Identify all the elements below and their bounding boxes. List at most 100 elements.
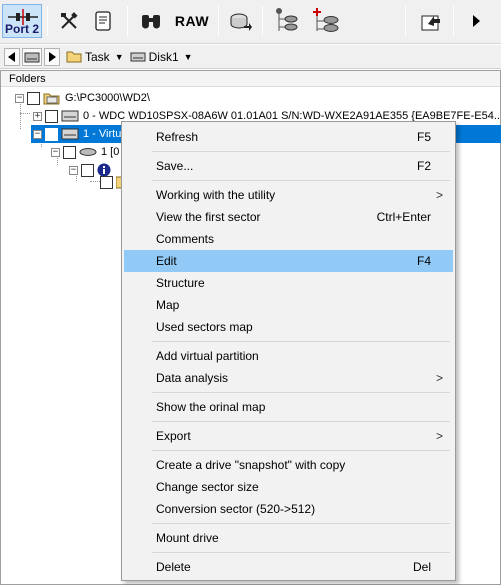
port-connector-icon [8,9,38,25]
collapse-icon[interactable]: − [51,147,60,157]
tree-line [90,181,100,182]
chevron-down-icon: ▼ [114,51,124,62]
menu-separator [152,421,450,422]
menu-separator [152,552,450,553]
toolbar: Port 2 RAW [0,0,501,44]
menu-item-label: Change sector size [156,480,259,494]
tree-node-child[interactable] [100,173,122,191]
tree-partition-label: 1 [0 [101,146,120,158]
menu-item-label: Structure [156,276,205,290]
disk-button[interactable] [226,4,254,38]
root-checkbox[interactable] [27,91,40,105]
submenu-arrow-icon: > [435,429,443,443]
breadcrumb-task[interactable]: Task ▼ [66,50,124,64]
collapse-icon[interactable]: − [33,129,42,139]
menu-item-delete[interactable]: Delete Del [124,556,453,578]
chevron-down-icon: ▼ [183,51,193,62]
menu-item-label: Comments [156,232,215,246]
context-menu: Refresh F5 Save... F2 Working with the u… [121,121,456,581]
menu-item-conversion-sector[interactable]: Conversion sector (520->512) [124,498,453,520]
partition-tree-button[interactable] [272,4,302,38]
back-button[interactable] [4,47,20,66]
partition-icon [79,148,97,156]
chevron-right-icon [473,15,480,27]
tools-icon [61,12,78,29]
partition-checkbox[interactable] [63,145,76,159]
folder-icon [66,51,82,63]
arrow-right-icon [49,51,56,62]
menu-item-create-snapshot[interactable]: Create a drive "snapshot" with copy [124,454,453,476]
scroll-icon [95,11,111,31]
menu-item-working-with-utility[interactable]: Working with the utility > [124,184,453,206]
drive1-checkbox[interactable] [45,127,58,141]
menu-item-data-analysis[interactable]: Data analysis > [124,367,453,389]
export-button[interactable] [416,4,446,38]
breadcrumb-disk[interactable]: Disk1 ▼ [130,50,193,64]
menu-separator [152,523,450,524]
menu-item-label: Add virtual partition [156,349,259,363]
menu-item-change-sector-size[interactable]: Change sector size [124,476,453,498]
tree-node-partition[interactable]: − 1 [0 [51,143,119,161]
menu-item-refresh[interactable]: Refresh F5 [124,126,453,148]
menu-item-export[interactable]: Export > [124,425,453,447]
tree-root-label: G:\PC3000\WD2\ [65,92,150,104]
menu-item-comments[interactable]: Comments [124,228,453,250]
arrow-left-icon [8,51,15,62]
expand-icon[interactable]: + [33,111,42,121]
toolbar-separator [262,6,263,36]
drive0-checkbox[interactable] [45,109,58,123]
menu-item-label: Map [156,298,180,312]
menu-item-label: Show the orinal map [156,400,266,414]
menu-item-add-virtual-partition[interactable]: Add virtual partition [124,345,453,367]
submenu-arrow-icon: > [435,371,443,385]
menu-item-mount-drive[interactable]: Mount drive [124,527,453,549]
toolbar-separator [127,6,128,36]
forward-button[interactable] [44,47,60,66]
menu-item-label: Used sectors map [156,320,253,334]
menu-item-label: Delete [156,560,191,574]
collapse-icon[interactable]: − [15,93,24,103]
menu-item-label: Create a drive "snapshot" with copy [156,458,346,472]
partition-add-button[interactable] [310,4,344,38]
menu-item-used-sectors-map[interactable]: Used sectors map [124,316,453,338]
menu-item-label: Refresh [156,130,199,144]
tree-add-icon [313,8,339,32]
hard-drive-icon [61,128,79,140]
port-button[interactable]: Port 2 [2,4,42,38]
menu-item-structure[interactable]: Structure [124,272,453,294]
menu-item-label: Edit [156,254,177,268]
menu-shortcut: Del [412,560,431,574]
menu-item-show-orinal-map[interactable]: Show the orinal map [124,396,453,418]
menu-item-map[interactable]: Map [124,294,453,316]
submenu-arrow-icon: > [435,188,443,202]
menu-item-label: Conversion sector (520->512) [156,502,316,516]
menu-item-label: Data analysis [156,371,229,385]
tree-line [20,113,30,114]
drive-nav-button[interactable] [22,47,42,66]
menu-item-save[interactable]: Save... F2 [124,155,453,177]
menu-item-view-first-sector[interactable]: View the first sector Ctrl+Enter [124,206,453,228]
drive-icon [24,52,40,62]
menu-separator [152,341,450,342]
folder-stack-icon [43,93,60,105]
script-button[interactable] [90,4,116,38]
child-checkbox[interactable] [100,175,113,189]
menu-shortcut: Ctrl+Enter [376,210,431,224]
toolbar-separator [453,6,454,36]
menu-item-edit[interactable]: Edit F4 [124,250,453,272]
raw-button[interactable]: RAW [172,4,212,38]
breadcrumb-disk-label: Disk1 [148,49,179,64]
menu-item-label: Working with the utility [156,188,276,202]
menu-separator [152,180,450,181]
menu-shortcut: F5 [416,130,431,144]
tree-node-root[interactable]: − G:\PC3000\WD2\ [15,89,150,107]
menu-separator [152,450,450,451]
search-button[interactable] [138,4,164,38]
collapse-icon[interactable]: − [69,165,78,175]
menu-item-label: Export [156,429,191,443]
disk-arrow-icon [230,13,252,31]
toolbar-more-button[interactable] [462,4,490,38]
binoculars-icon [142,15,160,29]
tools-button[interactable] [56,4,82,38]
info-checkbox[interactable] [81,163,94,177]
